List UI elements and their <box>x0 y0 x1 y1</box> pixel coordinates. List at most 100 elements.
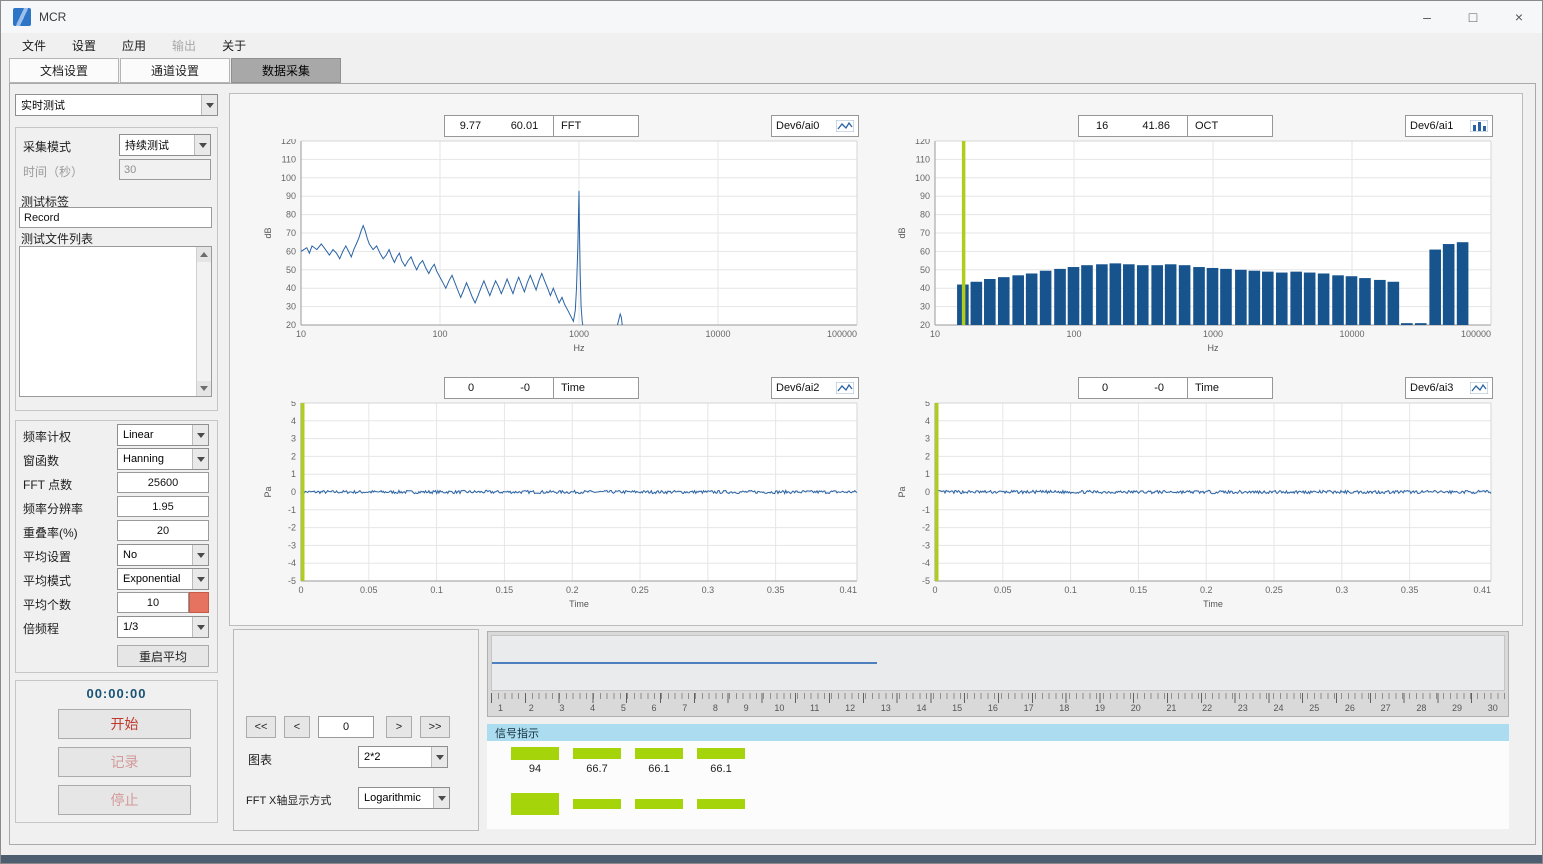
signal-level-value: 66.7 <box>573 763 621 775</box>
svg-text:-4: -4 <box>288 558 296 568</box>
restart-average-button[interactable]: 重启平均 <box>117 645 209 667</box>
signal-level-bar <box>635 799 683 809</box>
svg-text:20: 20 <box>920 320 930 330</box>
ruler-label: 19 <box>1095 703 1105 713</box>
line-chart-icon <box>1470 382 1488 394</box>
chevron-down-icon <box>192 617 208 637</box>
cursor-x-value: 16 <box>1096 120 1108 132</box>
ruler-label: 3 <box>559 703 564 713</box>
tab-document-settings[interactable]: 文档设置 <box>9 58 119 83</box>
signal-channel-2: 66.1 <box>635 741 683 829</box>
ruler-label: 25 <box>1309 703 1319 713</box>
time-plot-ai3[interactable]: -5-4-3-2-101234500.050.10.150.20.250.30.… <box>867 401 1495 623</box>
cursor-y-value: -0 <box>520 382 530 394</box>
channel-name: Dev6/ai0 <box>776 120 819 132</box>
ruler-label: 17 <box>1024 703 1034 713</box>
cursor-x-value: 9.77 <box>460 120 481 132</box>
octave-fraction-label: 倍频程 <box>23 620 59 637</box>
channel-selector[interactable]: Dev6/ai2 <box>771 377 859 399</box>
fft-points-field[interactable] <box>117 472 209 493</box>
menu-apply[interactable]: 应用 <box>109 34 159 57</box>
scroll-up-icon[interactable] <box>197 247 211 262</box>
last-page-button[interactable]: >> <box>420 716 450 738</box>
maximize-button[interactable]: □ <box>1450 1 1496 33</box>
svg-text:10: 10 <box>296 329 306 339</box>
svg-text:70: 70 <box>286 228 296 238</box>
svg-text:50: 50 <box>286 265 296 275</box>
chart-layout-value: 2*2 <box>359 747 431 767</box>
channel-name: Dev6/ai3 <box>1410 382 1453 394</box>
window-function-label: 窗函数 <box>23 452 59 469</box>
test-mode-select[interactable]: 实时测试 <box>15 94 218 116</box>
acq-mode-select[interactable]: 持续测试 <box>119 134 211 156</box>
average-setting-select[interactable]: No <box>117 544 209 566</box>
tab-channel-settings[interactable]: 通道设置 <box>120 58 230 83</box>
svg-text:Pa: Pa <box>263 486 273 497</box>
page-index-field[interactable] <box>318 716 374 738</box>
fft-axis-mode-value: Logarithmic <box>359 788 433 808</box>
average-count-field[interactable] <box>117 592 189 613</box>
ruler-label: 7 <box>682 703 687 713</box>
line-chart-icon <box>836 120 854 132</box>
start-button[interactable]: 开始 <box>58 709 191 739</box>
fft-axis-mode-select[interactable]: Logarithmic <box>358 787 450 809</box>
overlap-rate-field[interactable] <box>117 520 209 541</box>
record-monitor-strip: 1234567891011121314151617181920212223242… <box>487 631 1509 717</box>
minimize-button[interactable]: – <box>1404 1 1450 33</box>
menu-bar: 文件 设置 应用 输出 关于 <box>1 33 1542 57</box>
chevron-down-icon <box>192 449 208 469</box>
time-plot-ai2[interactable]: -5-4-3-2-101234500.050.10.150.20.250.30.… <box>233 401 861 623</box>
svg-text:-4: -4 <box>922 558 930 568</box>
mcr-window: MCR – □ × 文件 设置 应用 输出 关于 文档设置 通道设置 数据采集 … <box>0 0 1543 864</box>
ruler-label: 21 <box>1166 703 1176 713</box>
test-file-listbox[interactable] <box>19 246 212 397</box>
acq-mode-label: 采集模式 <box>23 138 71 155</box>
channel-selector[interactable]: Dev6/ai1 <box>1405 115 1493 137</box>
prev-page-button[interactable]: < <box>284 716 310 738</box>
svg-text:Time: Time <box>1203 599 1223 609</box>
svg-text:100: 100 <box>1066 329 1081 339</box>
svg-text:30: 30 <box>920 302 930 312</box>
svg-text:0.15: 0.15 <box>496 585 514 595</box>
svg-text:2: 2 <box>291 451 296 461</box>
signal-indicator-header: 信号指示 <box>487 724 1509 741</box>
svg-text:0.41: 0.41 <box>839 585 857 595</box>
octave-chart-panel: 16 41.86 OCT Dev6/ai1 203040506070809010… <box>867 109 1495 365</box>
first-page-button[interactable]: << <box>246 716 276 738</box>
menu-output: 输出 <box>159 34 209 57</box>
svg-text:-5: -5 <box>288 576 296 586</box>
tab-data-acquisition[interactable]: 数据采集 <box>231 58 341 83</box>
list-scrollbar[interactable] <box>196 247 211 396</box>
fft-plot[interactable]: 2030405060708090100110120101001000100001… <box>233 139 861 365</box>
close-button[interactable]: × <box>1496 1 1542 33</box>
ruler-label: 4 <box>590 703 595 713</box>
svg-text:Pa: Pa <box>897 486 907 497</box>
signal-level-value: 66.1 <box>635 763 683 775</box>
channel-selector[interactable]: Dev6/ai0 <box>771 115 859 137</box>
oct-plot[interactable]: 2030405060708090100110120101001000100001… <box>867 139 1495 365</box>
line-chart-icon <box>836 382 854 394</box>
chart-layout-select[interactable]: 2*2 <box>358 746 448 768</box>
signal-level-bar <box>511 747 559 760</box>
bar-chart-icon <box>1470 120 1488 132</box>
ruler-label: 2 <box>529 703 534 713</box>
svg-text:3: 3 <box>291 434 296 444</box>
scroll-down-icon[interactable] <box>197 381 211 396</box>
menu-settings[interactable]: 设置 <box>59 34 109 57</box>
svg-text:1: 1 <box>925 469 930 479</box>
menu-file[interactable]: 文件 <box>9 34 59 57</box>
freq-resolution-field[interactable] <box>117 496 209 517</box>
window-function-select[interactable]: Hanning <box>117 448 209 470</box>
svg-text:-1: -1 <box>288 505 296 515</box>
octave-fraction-select[interactable]: 1/3 <box>117 616 209 638</box>
record-monitor-plot[interactable] <box>491 635 1505 691</box>
average-mode-select[interactable]: Exponential <box>117 568 209 590</box>
chart-type-label: Time <box>553 377 639 399</box>
next-page-button[interactable]: > <box>386 716 412 738</box>
chevron-down-icon <box>433 788 449 808</box>
freq-weighting-select[interactable]: Linear <box>117 424 209 446</box>
test-label-field[interactable] <box>19 207 212 228</box>
menu-about[interactable]: 关于 <box>209 34 259 57</box>
channel-selector[interactable]: Dev6/ai3 <box>1405 377 1493 399</box>
cursor-readout: 0 -0 <box>444 377 554 399</box>
